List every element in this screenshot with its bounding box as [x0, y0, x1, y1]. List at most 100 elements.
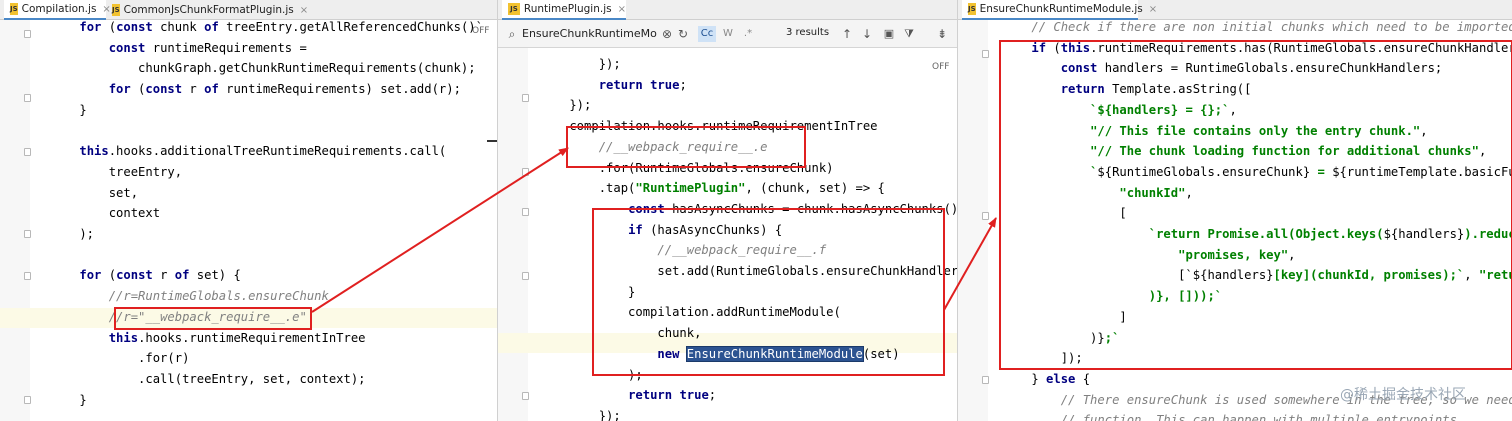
- highlight-box-require-e: [114, 307, 312, 330]
- code-line[interactable]: });: [540, 406, 621, 421]
- code-line[interactable]: //r=RuntimeGlobals.ensureChunk: [50, 286, 329, 306]
- editor-pane-ensure-chunk-runtime-module[interactable]: JS EnsureChunkRuntimeModule.js × // Chec…: [957, 0, 1512, 421]
- code-line[interactable]: treeEntry,: [50, 162, 182, 182]
- editor-pane-compilation[interactable]: JS Compilation.js × JS CommonJsChunkForm…: [0, 0, 497, 421]
- code-token: });: [540, 57, 621, 71]
- code-line[interactable]: chunkGraph.getChunkRuntimeRequirements(c…: [50, 58, 476, 78]
- fold-icon[interactable]: [24, 148, 31, 156]
- fold-icon[interactable]: [24, 272, 31, 280]
- code-token: (: [130, 82, 146, 97]
- code-line[interactable]: );: [50, 224, 94, 244]
- code-line[interactable]: this.hooks.runtimeRequirementInTree: [50, 328, 366, 348]
- code-token: this: [108, 330, 139, 345]
- code-line[interactable]: } else {: [1002, 369, 1090, 389]
- code-line[interactable]: // function. This can happen with multip…: [1002, 410, 1465, 421]
- code-line[interactable]: context: [50, 203, 160, 223]
- code-token: const: [116, 268, 153, 283]
- code-token: else: [1046, 371, 1076, 386]
- code-token: return: [628, 388, 673, 403]
- fold-icon[interactable]: [24, 30, 31, 38]
- code-token: chunk: [152, 20, 205, 34]
- code-token: return: [598, 77, 643, 92]
- fold-icon[interactable]: [982, 376, 989, 384]
- fold-icon[interactable]: [24, 396, 31, 404]
- code-token: (: [101, 268, 117, 283]
- code-token: const: [116, 20, 153, 34]
- fold-icon[interactable]: [982, 50, 989, 58]
- code-token: for: [79, 20, 102, 34]
- code-token: set,: [50, 185, 139, 200]
- code-line[interactable]: .tap("RuntimePlugin", (chunk, set) => {: [540, 178, 885, 198]
- fold-icon[interactable]: [522, 168, 529, 176]
- code-token: of: [174, 268, 190, 283]
- code-token: r: [152, 268, 175, 283]
- code-token: of: [204, 20, 219, 34]
- code-line[interactable]: // Check if there are non initial chunks…: [1002, 17, 1512, 37]
- highlight-box-add-runtime-module: [592, 208, 945, 376]
- fold-icon[interactable]: [982, 212, 989, 220]
- code-token: });: [540, 98, 592, 113]
- code-token: }: [1002, 371, 1047, 386]
- code-line[interactable]: const runtimeRequirements =: [50, 38, 307, 58]
- code-token: ;: [708, 388, 717, 403]
- code-token: );: [50, 227, 95, 241]
- scroll-marker: [487, 140, 497, 142]
- highlight-box-ensure-chunk-handlers: [999, 40, 1512, 370]
- code-token: treeEntry,: [50, 164, 183, 179]
- code-line[interactable]: });: [540, 95, 591, 115]
- code-token: of: [204, 82, 219, 97]
- code-token: this: [79, 144, 109, 159]
- code-token: // Check if there are non initial chunks…: [1031, 20, 1512, 34]
- fold-icon[interactable]: [24, 94, 31, 102]
- code-area[interactable]: for (const chunk of treeEntry.getAllRefe…: [0, 0, 497, 421]
- code-token: ;: [679, 77, 687, 92]
- code-token: treeEntry.getAllReferencedChunks()`: [218, 20, 483, 34]
- code-line[interactable]: return true;: [540, 385, 716, 405]
- code-token: // function. This can happen with multip…: [1060, 413, 1465, 421]
- code-token: (: [101, 20, 117, 34]
- code-line[interactable]: });: [540, 54, 621, 74]
- off-indicator: OFF: [472, 26, 490, 36]
- code-line[interactable]: for (const r of set) {: [50, 265, 240, 285]
- code-line[interactable]: }: [50, 390, 86, 410]
- code-token: const: [145, 82, 183, 97]
- code-line[interactable]: .call(treeEntry, set, context);: [50, 369, 366, 389]
- off-indicator: OFF: [932, 62, 950, 72]
- code-token: "RuntimePlugin": [635, 181, 746, 196]
- code-token: context: [50, 206, 161, 221]
- code-token: //r=RuntimeGlobals.ensureChunk: [108, 289, 329, 304]
- code-token: .for(r): [50, 351, 190, 366]
- code-token: r: [182, 82, 205, 97]
- fold-icon[interactable]: [522, 392, 529, 400]
- code-line[interactable]: return true;: [540, 75, 687, 95]
- highlight-box-for-ensure-chunk: [566, 126, 806, 168]
- fold-icon[interactable]: [522, 272, 529, 280]
- code-token: true: [650, 77, 680, 92]
- code-line[interactable]: .for(r): [50, 348, 189, 368]
- code-token: , (chunk, set) => {: [745, 181, 885, 196]
- fold-icon[interactable]: [522, 94, 529, 102]
- fold-icon[interactable]: [522, 208, 529, 216]
- code-line[interactable]: }: [50, 100, 87, 120]
- code-token: for: [108, 82, 131, 97]
- code-line[interactable]: this.hooks.additionalTreeRuntimeRequirem…: [50, 141, 446, 161]
- code-line[interactable]: set,: [50, 183, 138, 203]
- code-token: .hooks.runtimeRequirementInTree: [138, 330, 366, 345]
- code-token: }: [50, 102, 87, 117]
- code-token: .call(treeEntry, set, context);: [50, 371, 366, 386]
- editor-pane-runtime-plugin[interactable]: JS RuntimePlugin.js × ⌕ EnsureChunkRunti…: [497, 0, 957, 421]
- code-line[interactable]: for (const chunk of treeEntry.getAllRefe…: [50, 17, 483, 37]
- fold-icon[interactable]: [24, 230, 31, 238]
- code-line[interactable]: for (const r of runtimeRequirements) set…: [50, 79, 461, 99]
- code-token: true: [679, 388, 709, 403]
